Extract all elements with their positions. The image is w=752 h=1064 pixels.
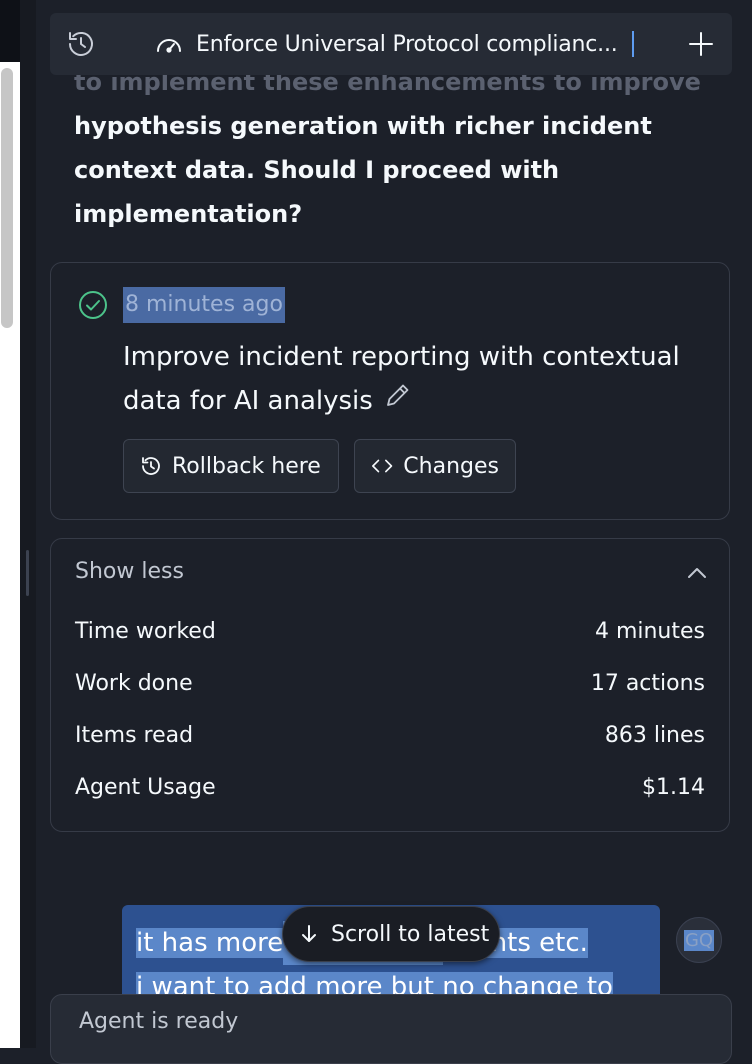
agent-message-text: hypothesis generation with richer incide…: [74, 112, 652, 228]
checkpoint-timestamp: 8 minutes ago: [123, 287, 285, 323]
chevron-up-icon[interactable]: [685, 561, 709, 585]
show-less-toggle[interactable]: Show less: [75, 559, 184, 584]
adjacent-pane-header: [0, 0, 20, 62]
chat-header: Enforce Universal Protocol complianc...: [50, 13, 732, 75]
stat-label: Items read: [75, 723, 194, 748]
stat-value: 863 lines: [604, 723, 705, 748]
stat-value: $1.14: [642, 775, 705, 800]
checkpoint-description: Improve incident reporting with contextu…: [123, 335, 683, 424]
changes-button[interactable]: Changes: [354, 439, 516, 493]
stat-row-items-read: Items read 863 lines: [75, 723, 705, 748]
new-chat-button[interactable]: [684, 27, 718, 61]
agent-message: to implement these enhancements to impro…: [74, 60, 724, 236]
history-icon: [69, 31, 93, 56]
check-circle-icon: [79, 291, 107, 319]
adjacent-pane-scrollbar[interactable]: [1, 68, 13, 328]
pane-divider: [20, 0, 36, 1048]
rollback-button[interactable]: Rollback here: [123, 439, 339, 493]
avatar-initials: GQ: [683, 929, 715, 951]
agent-input-area[interactable]: Agent is ready: [50, 994, 732, 1064]
adjacent-pane: [0, 0, 20, 1048]
chat-title-text[interactable]: Enforce Universal Protocol complianc...: [196, 32, 618, 57]
user-message-line1: it has more: [136, 928, 284, 958]
scroll-to-latest-button[interactable]: Scroll to latest: [282, 906, 500, 962]
gauge-icon: [157, 39, 181, 53]
stat-label: Agent Usage: [75, 775, 216, 800]
avatar[interactable]: GQ: [676, 917, 722, 963]
changes-button-label: Changes: [403, 453, 499, 479]
stat-label: Time worked: [75, 619, 216, 644]
code-icon: [372, 459, 393, 473]
history-button[interactable]: [64, 27, 98, 61]
rollback-button-label: Rollback here: [172, 453, 321, 479]
stat-row-agent-usage: Agent Usage $1.14: [75, 775, 705, 800]
stat-value: 17 actions: [590, 671, 705, 696]
scroll-to-latest-label: Scroll to latest: [331, 921, 490, 947]
stat-value: 4 minutes: [594, 619, 705, 644]
edit-description-button[interactable]: [383, 380, 413, 424]
resize-handle[interactable]: [26, 550, 29, 596]
rollback-icon: [142, 457, 160, 475]
stat-row-work-done: Work done 17 actions: [75, 671, 705, 696]
chat-title[interactable]: Enforce Universal Protocol complianc...: [154, 29, 634, 59]
arrow-down-icon: [302, 925, 316, 942]
text-caret: [631, 31, 634, 57]
plus-icon: [689, 32, 713, 56]
agent-status-text: Agent is ready: [79, 1009, 239, 1034]
checkpoint-card: 8 minutes ago Improve incident reporting…: [50, 262, 730, 520]
stat-row-time-worked: Time worked 4 minutes: [75, 619, 705, 644]
pencil-icon: [386, 384, 409, 406]
work-summary-card: Show less Time worked 4 minutes Work don…: [50, 538, 730, 832]
stat-label: Work done: [75, 671, 193, 696]
